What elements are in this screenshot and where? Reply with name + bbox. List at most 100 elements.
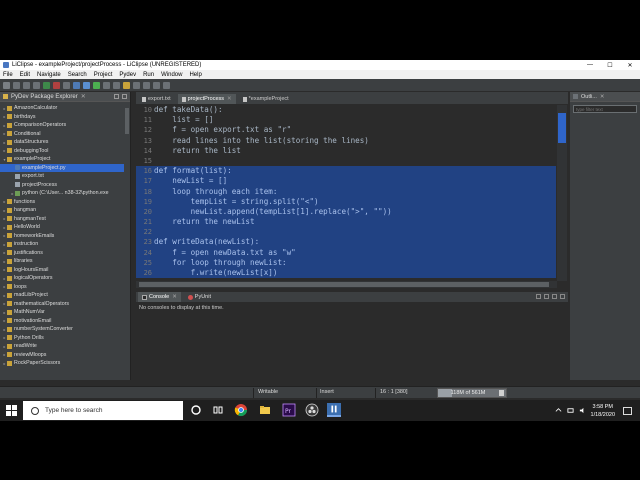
menu-project[interactable]: Project [94, 72, 113, 78]
tree-item[interactable]: ▸ RockPaperScissors [0, 359, 124, 368]
premiere-icon[interactable]: Pr [282, 403, 296, 417]
tree-item[interactable]: projectProcess [0, 181, 124, 190]
edit-icon[interactable] [133, 81, 140, 89]
tree-item[interactable]: ▸ MathNumVar [0, 308, 124, 317]
taskbar-clock[interactable]: 3:58 PM 1/18/2020 [591, 403, 615, 419]
python-icon[interactable] [73, 81, 80, 89]
heap-status[interactable]: 118M of 561M [437, 388, 507, 398]
maximize-button[interactable]: ☐ [600, 60, 620, 70]
tree-item[interactable]: exampleProject.py [0, 163, 124, 172]
tree-item[interactable]: ▸ birthdays [0, 113, 124, 122]
taskbar-search-box[interactable]: Type here to search [23, 401, 183, 420]
garbage-collect-icon[interactable] [499, 390, 504, 396]
tree-item[interactable]: ▸ Conditional [0, 130, 124, 139]
stop-icon[interactable] [53, 81, 60, 89]
tree-item[interactable]: ▸ mathematicalOperators [0, 300, 124, 309]
minimize-button[interactable]: — [580, 60, 600, 70]
display-console-icon[interactable] [544, 294, 549, 299]
tree-item[interactable]: ▸ Python Drills [0, 334, 124, 343]
close-icon[interactable]: ✕ [227, 96, 232, 102]
maximize-panel-icon[interactable] [560, 294, 565, 299]
menu-navigate[interactable]: Navigate [37, 72, 61, 78]
tree-item[interactable]: ▸ logicalOperators [0, 274, 124, 283]
tree-item[interactable]: ▸ motivationEmail [0, 317, 124, 326]
menu-run[interactable]: Run [143, 72, 154, 78]
print-icon[interactable] [33, 81, 40, 89]
cortana-icon[interactable] [189, 403, 203, 417]
windows-start-icon[interactable] [6, 405, 17, 416]
tab-console[interactable]: Console ✕ [138, 292, 181, 302]
notifications-icon[interactable] [623, 406, 632, 415]
tree-item[interactable]: ▸ hangmanTest [0, 215, 124, 224]
tree-item[interactable]: ▸ dataStructures [0, 138, 124, 147]
new-project-icon[interactable] [43, 81, 50, 89]
menu-help[interactable]: Help [189, 72, 201, 78]
minimize-panel-icon[interactable] [114, 94, 119, 99]
code-line[interactable]: 24 f = open newData.txt as "w" [136, 247, 556, 258]
open-type-icon[interactable] [113, 81, 120, 89]
editor-horizontal-scrollbar[interactable] [136, 281, 557, 288]
maximize-panel-icon[interactable] [122, 94, 127, 99]
save-all-icon[interactable] [23, 81, 30, 89]
obs-icon[interactable] [305, 403, 319, 417]
explorer-scrollbar-thumb[interactable] [125, 108, 129, 134]
tree-item[interactable]: ▾ exampleProject [0, 155, 124, 164]
code-line[interactable]: 16 def format(list): [136, 166, 556, 177]
outline-tab[interactable]: Outli... ✕ [570, 92, 640, 102]
code-line[interactable]: 19 tempList = string.split("<") [136, 196, 556, 207]
code-line[interactable]: 14 return the list [136, 146, 556, 156]
task-view-icon[interactable] [211, 403, 225, 417]
code-line[interactable]: 22 [136, 227, 556, 238]
close-icon[interactable]: ✕ [81, 93, 86, 100]
tree-item[interactable]: ▸ ComparisonOperators [0, 121, 124, 130]
open-console-icon[interactable] [536, 294, 541, 299]
code-line[interactable]: 15 [136, 156, 556, 166]
code-line[interactable]: 11 list = [] [136, 115, 556, 125]
explorer-scrollbar[interactable] [124, 104, 130, 380]
menu-edit[interactable]: Edit [20, 72, 30, 78]
tree-item[interactable]: ▸ justifications [0, 249, 124, 258]
close-icon[interactable]: ✕ [600, 94, 605, 100]
open-folder-icon[interactable] [123, 81, 130, 89]
code-editor[interactable]: 10 def takeData(): 11 list = [] 12 f = open… [136, 105, 556, 290]
search-icon[interactable] [103, 81, 110, 89]
close-window-button[interactable]: ✕ [620, 60, 640, 70]
minimize-panel-icon[interactable] [552, 294, 557, 299]
editor-tab[interactable]: export.txt [138, 94, 175, 104]
menu-search[interactable]: Search [68, 72, 87, 78]
tree-item[interactable]: ▸ hangman [0, 206, 124, 215]
chrome-icon[interactable] [234, 403, 248, 417]
close-icon[interactable]: ✕ [172, 294, 177, 300]
code-line[interactable]: 17 newList = [] [136, 176, 556, 187]
code-line[interactable]: 12 f = open export.txt as "r" [136, 125, 556, 135]
tree-item[interactable]: ▸ functions [0, 198, 124, 207]
network-icon[interactable] [566, 407, 574, 414]
tree-item[interactable]: ▸ madLibProject [0, 291, 124, 300]
tree-item[interactable]: ▸ loops [0, 283, 124, 292]
tree-item[interactable]: ▸ instruction [0, 240, 124, 249]
liclipse-taskbar-icon[interactable] [327, 403, 341, 417]
menu-file[interactable]: File [3, 72, 13, 78]
tree-item[interactable]: ▸ reviewMloops [0, 351, 124, 360]
menu-pydev[interactable]: Pydev [119, 72, 136, 78]
next-annotation-icon[interactable] [143, 81, 150, 89]
run-icon[interactable] [93, 81, 100, 89]
code-line[interactable]: 21 return the newList [136, 217, 556, 228]
outline-filter-input[interactable] [573, 105, 637, 113]
tree-item[interactable]: ▸ homeworkEmails [0, 232, 124, 241]
debug-icon[interactable] [83, 81, 90, 89]
tree-item[interactable]: ▸ AmazonCalculator [0, 104, 124, 113]
menu-window[interactable]: Window [161, 72, 182, 78]
code-line[interactable]: 13 read lines into the list(storing the … [136, 136, 556, 146]
code-line[interactable]: 20 newList.append(tempList[1].replace(">… [136, 206, 556, 218]
tree-item[interactable]: ▸ readWrite [0, 342, 124, 351]
editor-vertical-scrollbar-thumb[interactable] [558, 113, 566, 143]
tree-item[interactable]: ▸ logHoursEmail [0, 266, 124, 275]
forward-arrow-icon[interactable] [163, 81, 170, 89]
code-line[interactable]: 26 f.write(newList[x]) [136, 268, 556, 279]
package-explorer-tab[interactable]: PyDev Package Explorer ✕ [0, 92, 130, 102]
back-arrow-icon[interactable] [153, 81, 160, 89]
new-file-icon[interactable] [3, 81, 10, 89]
code-line[interactable]: 10 def takeData(): [136, 105, 556, 115]
tree-item[interactable]: export.txt [0, 172, 124, 181]
